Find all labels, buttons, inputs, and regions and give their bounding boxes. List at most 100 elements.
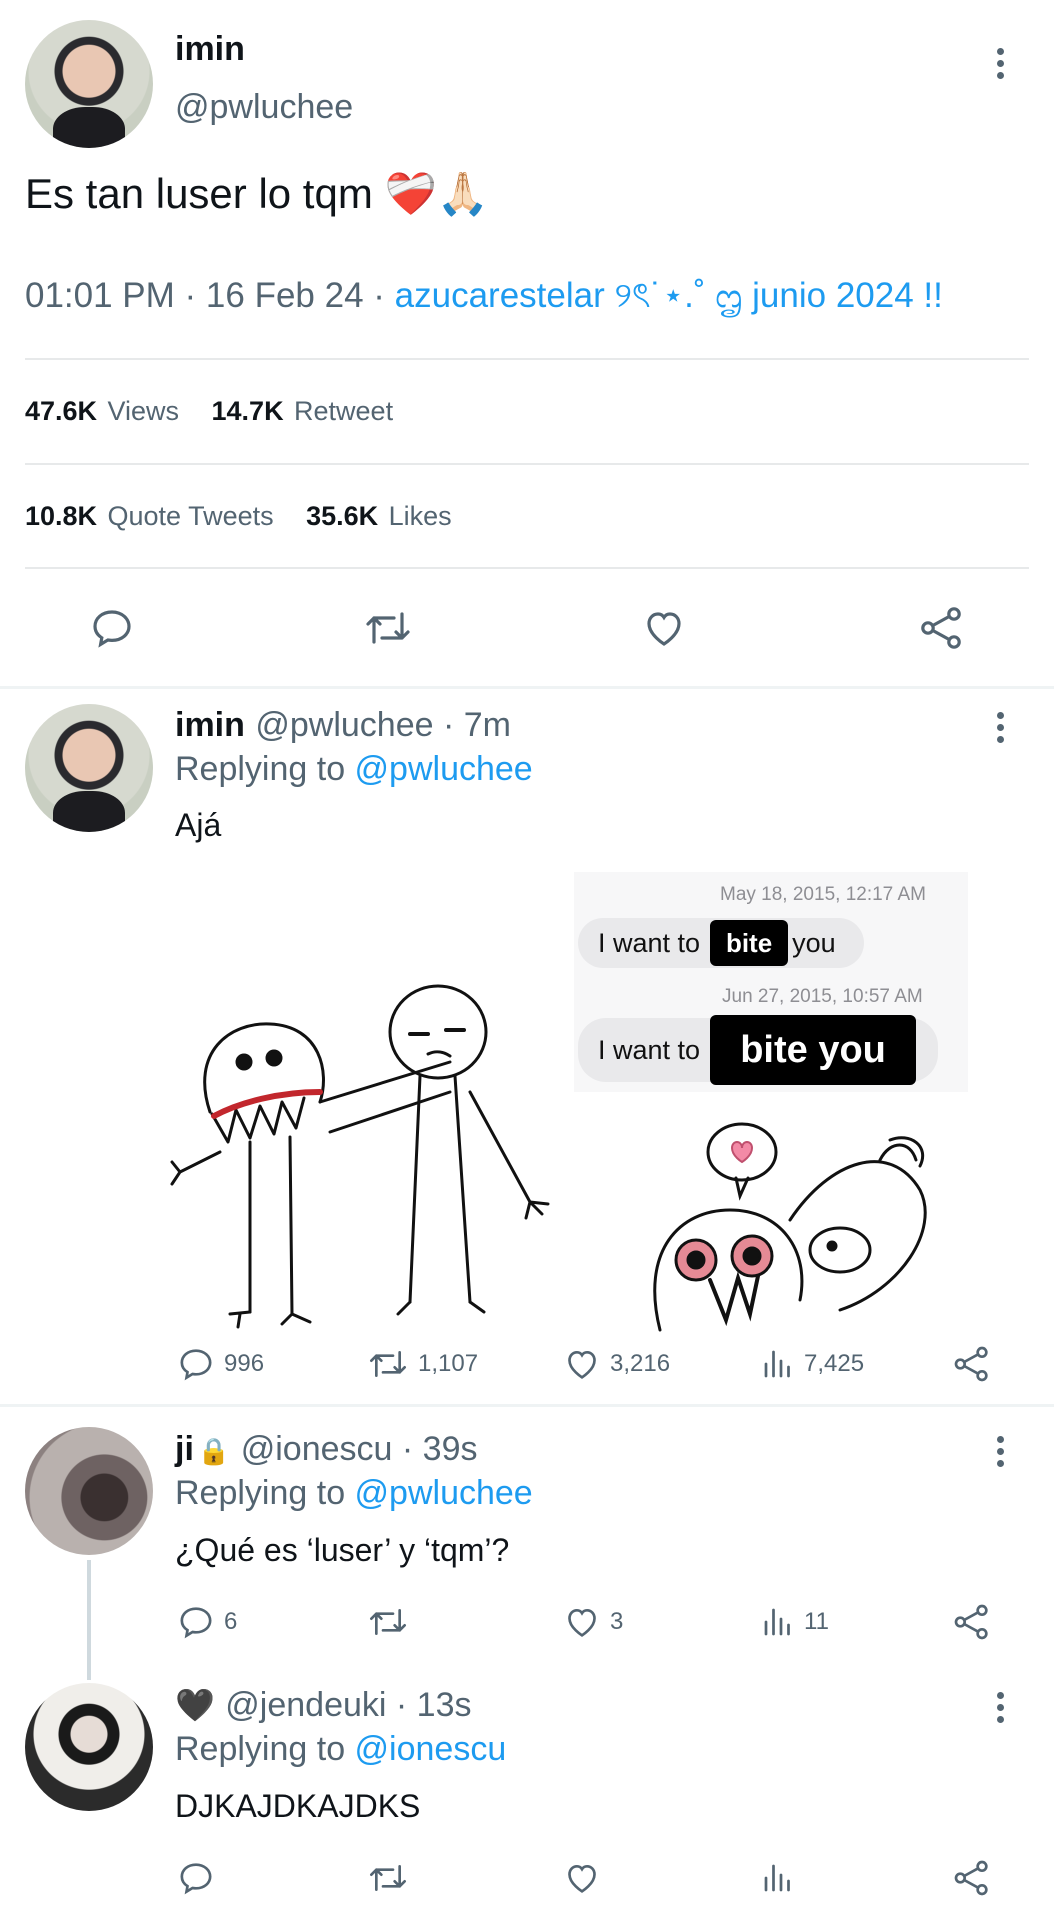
retweet-label[interactable]: Retweet xyxy=(294,396,393,426)
doodle-illustration xyxy=(170,984,550,1329)
highlight-tag: bite xyxy=(710,920,789,966)
replying-to: Replying to @pwluchee xyxy=(175,750,533,789)
views-button[interactable]: 11 xyxy=(760,1602,829,1642)
display-name[interactable]: imin xyxy=(175,706,245,744)
quote-tweets-count[interactable]: 10.8K xyxy=(25,501,97,531)
replying-to-handle[interactable]: @ionescu xyxy=(355,1730,507,1768)
bubble-text: I want to xyxy=(598,927,701,958)
reply-button[interactable] xyxy=(176,1858,224,1898)
more-options-icon[interactable] xyxy=(996,1692,1006,1728)
share-icon xyxy=(954,1860,988,1896)
message-bubble: I want to bite you xyxy=(578,918,864,968)
heart-icon xyxy=(568,1350,596,1379)
like-count: 3,216 xyxy=(610,1350,671,1377)
message-bubble: I want to bite you xyxy=(578,1015,938,1085)
views-count: 47.6K xyxy=(25,396,98,426)
handle-and-time[interactable]: @pwluchee · 7m xyxy=(255,706,511,744)
views-label: Views xyxy=(107,396,180,426)
share-button[interactable] xyxy=(952,1602,992,1642)
like-button[interactable] xyxy=(640,604,688,652)
reply-text: DJKAJDKAJDKS xyxy=(175,1788,421,1824)
stats-row-2: 10.8K Quote Tweets 35.6K Likes xyxy=(25,501,452,532)
reply-icon xyxy=(180,1607,212,1639)
share-button[interactable] xyxy=(952,1858,992,1898)
replying-to-prefix: Replying to xyxy=(175,1474,355,1512)
user-handle[interactable]: @pwluchee xyxy=(175,88,353,127)
section-separator xyxy=(0,1404,1054,1407)
retweet-button[interactable] xyxy=(366,1858,418,1898)
message-timestamp: May 18, 2015, 12:17 AM xyxy=(720,884,926,905)
highlight-tag: bite you xyxy=(710,1015,917,1085)
reply-button[interactable] xyxy=(88,604,136,652)
reply-count: 6 xyxy=(224,1608,238,1635)
section-separator xyxy=(0,686,1054,689)
replying-to: Replying to @pwluchee xyxy=(175,1474,533,1513)
retweet-count[interactable]: 14.7K xyxy=(212,396,284,426)
retweet-icon xyxy=(370,1351,406,1377)
stats-row-1: 47.6K Views 14.7K Retweet xyxy=(25,396,393,427)
like-button[interactable] xyxy=(562,1858,610,1898)
quote-tweets-label[interactable]: Quote Tweets xyxy=(108,501,274,531)
avatar[interactable] xyxy=(25,20,153,148)
replying-to-prefix: Replying to xyxy=(175,750,355,788)
replying-to-prefix: Replying to xyxy=(175,1730,355,1768)
retweet-icon xyxy=(370,1609,406,1635)
sticker-illustration xyxy=(653,1122,927,1332)
heart-icon xyxy=(568,1864,596,1893)
display-name[interactable]: ji xyxy=(175,1430,194,1468)
divider xyxy=(25,358,1029,360)
views-icon xyxy=(764,1864,790,1892)
heart-icon xyxy=(568,1608,596,1637)
views-count: 11 xyxy=(804,1608,829,1635)
retweet-icon xyxy=(370,1865,406,1891)
reply-icon xyxy=(93,610,131,648)
replying-to-handle[interactable]: @pwluchee xyxy=(355,750,533,788)
display-name[interactable]: imin xyxy=(175,30,245,69)
more-options-icon[interactable] xyxy=(996,1436,1006,1472)
share-icon xyxy=(954,1346,988,1382)
more-options-icon[interactable] xyxy=(996,48,1006,84)
likes-label[interactable]: Likes xyxy=(389,501,452,531)
thread-line xyxy=(87,1560,91,1680)
tweet-text: Es tan luser lo tqm ❤️‍🩹🙏🏻 xyxy=(25,170,490,217)
attached-image[interactable]: May 18, 2015, 12:17 AM I want to bite yo… xyxy=(170,872,970,1334)
heart-icon xyxy=(647,612,681,646)
display-name[interactable]: 🖤 xyxy=(175,1687,215,1723)
retweet-button[interactable]: 1,107 xyxy=(366,1344,478,1384)
chat-screenshot: May 18, 2015, 12:17 AM I want to bite yo… xyxy=(574,872,968,1092)
handle-and-time[interactable]: @ionescu · 39s xyxy=(241,1430,478,1468)
share-button[interactable] xyxy=(918,604,966,652)
like-button[interactable]: 3,216 xyxy=(562,1344,670,1384)
retweet-button[interactable] xyxy=(362,604,414,652)
views-button[interactable] xyxy=(760,1858,804,1898)
reply-icon xyxy=(180,1863,212,1895)
reply-button[interactable]: 996 xyxy=(176,1344,264,1384)
tweet-source-link[interactable]: azucarestelar ୨ৎ˙⋆.˚ ᦗ junio 2024 !! xyxy=(395,276,943,315)
avatar[interactable] xyxy=(25,1427,153,1555)
avatar[interactable] xyxy=(25,1683,153,1811)
like-button[interactable]: 3 xyxy=(562,1602,623,1642)
share-icon xyxy=(921,607,961,649)
reply-header: 🖤 @jendeuki · 13s xyxy=(175,1686,472,1725)
message-timestamp: Jun 27, 2015, 10:57 AM xyxy=(722,986,923,1007)
views-icon xyxy=(764,1608,790,1636)
more-options-icon[interactable] xyxy=(996,712,1006,748)
retweet-button[interactable] xyxy=(366,1602,418,1642)
handle-and-time[interactable]: @jendeuki · 13s xyxy=(225,1686,471,1724)
divider xyxy=(25,463,1029,465)
retweet-count: 1,107 xyxy=(418,1350,479,1377)
replying-to-handle[interactable]: @pwluchee xyxy=(355,1474,533,1512)
bubble-text-after: you xyxy=(792,927,836,958)
likes-count[interactable]: 35.6K xyxy=(306,501,378,531)
bubble-text: I want to xyxy=(598,1034,701,1065)
reply-button[interactable]: 6 xyxy=(176,1602,237,1642)
views-button[interactable]: 7,425 xyxy=(760,1344,864,1384)
replying-to: Replying to @ionescu xyxy=(175,1730,506,1769)
share-button[interactable] xyxy=(952,1344,992,1384)
reply-header: imin @pwluchee · 7m xyxy=(175,706,511,745)
tweet-timestamp-row: 01:01 PM · 16 Feb 24 · azucarestelar ୨ৎ˙… xyxy=(25,268,943,327)
reply-count: 996 xyxy=(224,1350,265,1377)
reply-icon xyxy=(180,1349,212,1381)
avatar[interactable] xyxy=(25,704,153,832)
divider xyxy=(25,567,1029,569)
